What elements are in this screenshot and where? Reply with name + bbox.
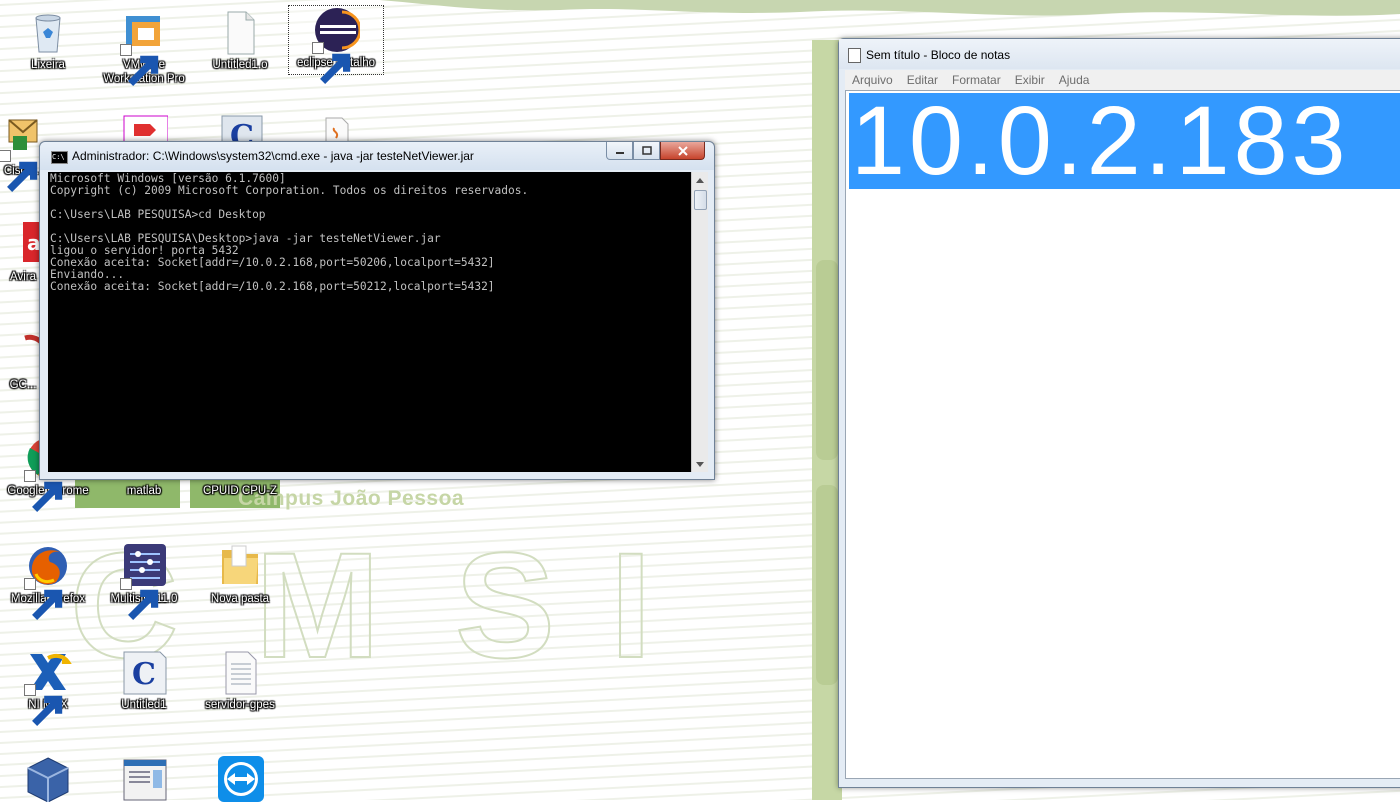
desktop-icon-label: servidor-gpes bbox=[205, 699, 275, 711]
desktop-icon-eclipse[interactable]: eclipse - Atalho bbox=[288, 5, 384, 84]
close-icon bbox=[677, 145, 688, 156]
desktop-icon-virtualbox[interactable] bbox=[1, 754, 95, 802]
recycle-bin-icon bbox=[24, 8, 72, 56]
desktop-icon-untitled1-o[interactable]: Untitled1.o bbox=[193, 8, 287, 72]
desktop-icon-lixeira[interactable]: Lixeira bbox=[1, 8, 95, 72]
console-line: C:\Users\LAB PESQUISA>cd Desktop bbox=[50, 208, 266, 221]
notepad-content: 10.0.2.183 bbox=[851, 90, 1350, 195]
minimize-button[interactable] bbox=[606, 142, 633, 160]
desktop-icon-servidor-gpes[interactable]: servidor-gpes bbox=[193, 648, 287, 712]
window-app-icon bbox=[120, 754, 168, 802]
shortcut-arrow-icon bbox=[120, 578, 159, 620]
folder-icon bbox=[216, 542, 264, 590]
scrollbar-thumb[interactable] bbox=[694, 190, 707, 210]
menu-exibir[interactable]: Exibir bbox=[1008, 70, 1052, 90]
notepad-text-area[interactable]: 10.0.2.183 bbox=[845, 90, 1400, 779]
shortcut-arrow-icon bbox=[24, 578, 63, 620]
menu-formatar[interactable]: Formatar bbox=[945, 70, 1008, 90]
notepad-titlebar[interactable]: Sem título - Bloco de notas bbox=[839, 39, 1400, 69]
notepad-menubar: Arquivo Editar Formatar Exibir Ajuda bbox=[845, 70, 1400, 90]
nimax-icon bbox=[24, 648, 72, 726]
vmware-icon bbox=[120, 8, 168, 86]
shortcut-arrow-icon bbox=[24, 684, 63, 726]
menu-arquivo[interactable]: Arquivo bbox=[845, 70, 900, 90]
notepad-window[interactable]: Sem título - Bloco de notas Arquivo Edit… bbox=[838, 38, 1400, 788]
virtualbox-icon bbox=[24, 754, 72, 802]
cmd-window-title: Administrador: C:\Windows\system32\cmd.e… bbox=[72, 149, 474, 163]
desktop-icon-label: matlab bbox=[126, 485, 162, 497]
minimize-icon bbox=[615, 151, 624, 154]
cmd-app-icon: C:\ bbox=[51, 151, 68, 164]
maximize-button[interactable] bbox=[633, 142, 660, 160]
cmd-titlebar[interactable]: C:\ Administrador: C:\Windows\system32\c… bbox=[40, 142, 714, 170]
console-output[interactable]: Microsoft Windows [versão 6.1.7600] Copyr… bbox=[48, 172, 691, 472]
wallpaper-letter: I bbox=[609, 521, 653, 689]
console-line: Conexão aceita: Socket[addr=/10.0.2.168,… bbox=[50, 256, 495, 269]
shortcut-arrow-icon bbox=[24, 470, 63, 512]
shortcut-arrow-icon bbox=[0, 150, 38, 192]
notepad-app-icon bbox=[848, 48, 861, 63]
cmd-window[interactable]: C:\ Administrador: C:\Windows\system32\c… bbox=[39, 141, 715, 480]
scroll-up-button[interactable] bbox=[692, 172, 708, 188]
desktop-icon-ni-max[interactable]: NI MAX bbox=[1, 648, 95, 726]
maximize-icon bbox=[641, 146, 652, 155]
console-line: Conexão aceita: Socket[addr=/10.0.2.168,… bbox=[50, 280, 495, 293]
desktop-icon-teamviewer[interactable] bbox=[193, 754, 287, 802]
wallpaper-letter: S bbox=[454, 521, 556, 689]
blank-file-icon bbox=[216, 8, 264, 56]
multisim-icon bbox=[120, 542, 168, 620]
desktop-icon-multisim[interactable]: Multisim 11.0 bbox=[97, 542, 191, 620]
desktop-icon-vmware[interactable]: VMware Workstation Pro bbox=[97, 8, 191, 86]
desktop-icon-label: CPUID CPU-Z bbox=[202, 485, 278, 497]
desktop-icon-label: Nova pasta bbox=[210, 593, 270, 605]
menu-editar[interactable]: Editar bbox=[900, 70, 945, 90]
eclipse-icon bbox=[312, 6, 360, 84]
desktop-icon-untitled1[interactable]: C Untitled1 bbox=[97, 648, 191, 712]
teamviewer-icon bbox=[216, 754, 264, 802]
c-source-icon: C bbox=[120, 648, 168, 696]
scroll-down-button[interactable] bbox=[692, 456, 708, 472]
close-button[interactable] bbox=[660, 142, 705, 160]
svg-text:C: C bbox=[132, 657, 156, 692]
shortcut-arrow-icon bbox=[312, 42, 351, 84]
text-file-icon bbox=[216, 648, 264, 696]
console-line: Copyright (c) 2009 Microsoft Corporation… bbox=[50, 184, 529, 197]
desktop-icon-label: Untitled1 bbox=[121, 699, 167, 711]
scroll-down-icon bbox=[696, 461, 704, 467]
desktop-icon-window-app[interactable] bbox=[97, 754, 191, 802]
desktop-icon-label: Untitled1.o bbox=[212, 59, 268, 71]
desktop-icon-label: Lixeira bbox=[31, 59, 65, 71]
notepad-window-title: Sem título - Bloco de notas bbox=[866, 48, 1011, 62]
shortcut-arrow-icon bbox=[120, 44, 159, 86]
menu-ajuda[interactable]: Ajuda bbox=[1052, 70, 1097, 90]
firefox-icon bbox=[24, 542, 72, 620]
desktop-icon-mozilla-firefox[interactable]: Mozilla Firefox bbox=[1, 542, 95, 620]
console-scrollbar[interactable] bbox=[691, 172, 708, 472]
desktop-icon-nova-pasta[interactable]: Nova pasta bbox=[193, 542, 287, 606]
scroll-up-icon bbox=[696, 177, 704, 183]
